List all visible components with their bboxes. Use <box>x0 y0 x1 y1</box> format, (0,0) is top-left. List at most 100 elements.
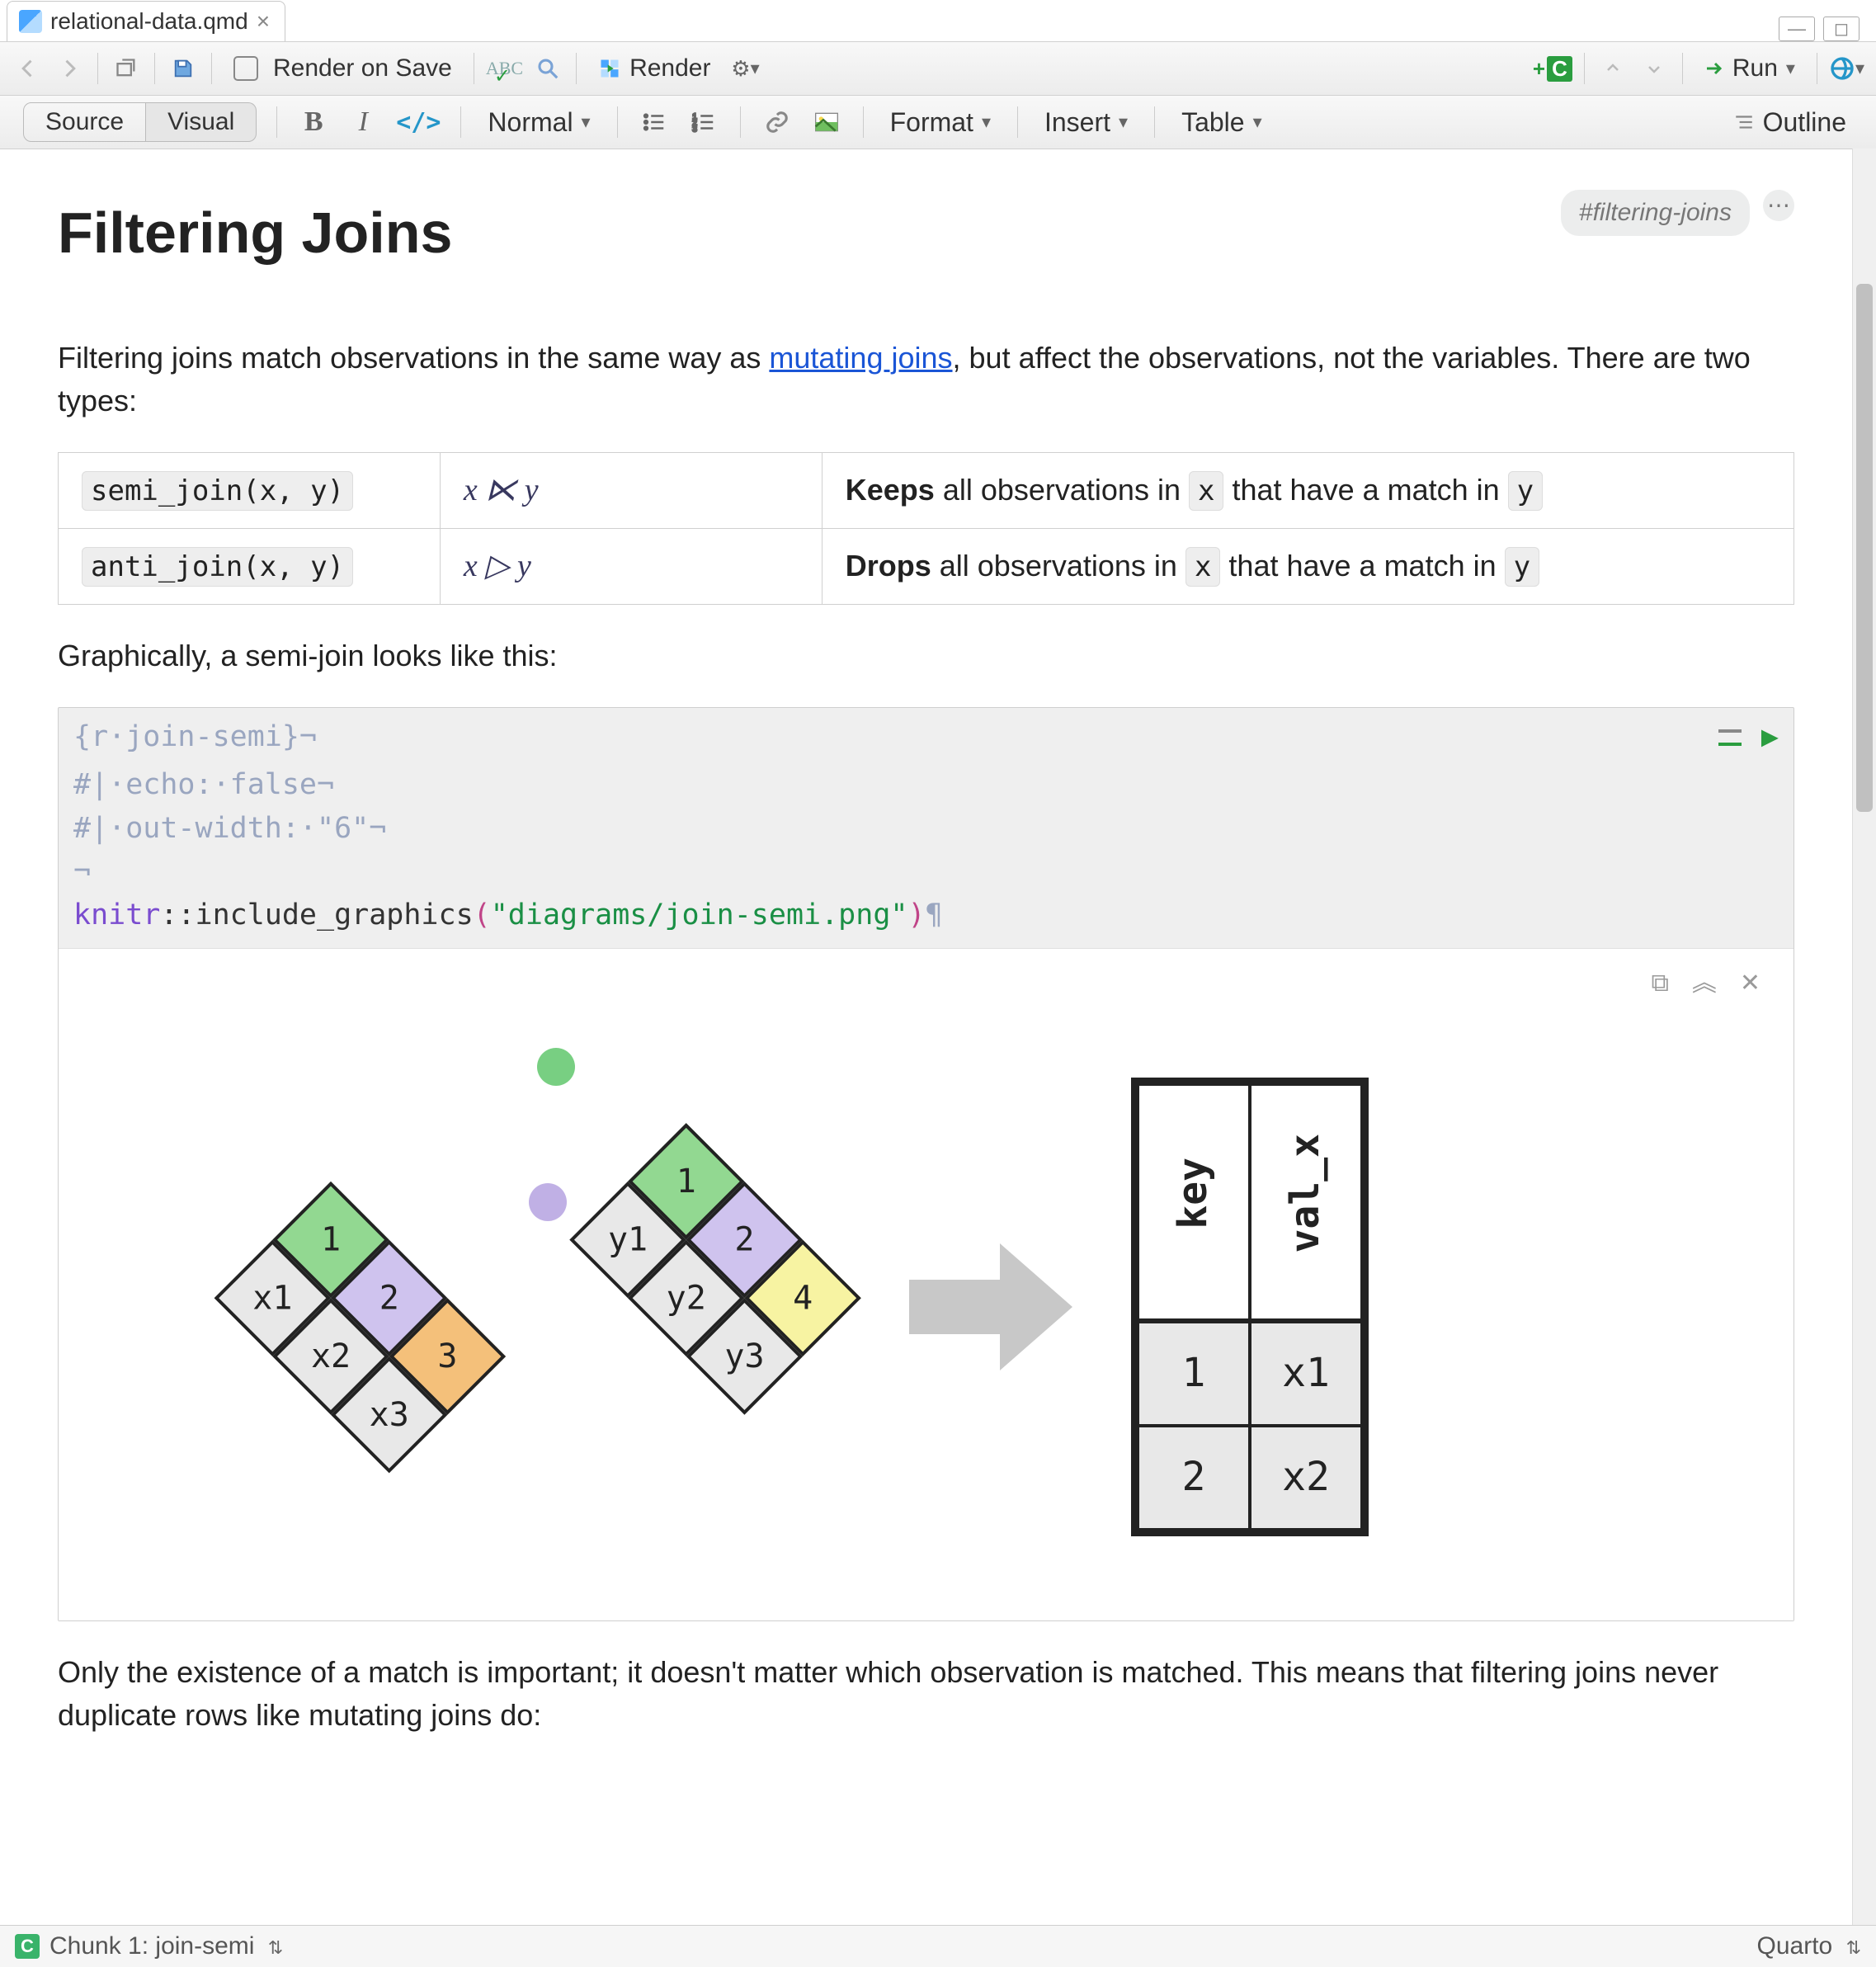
result-table-diagram: keyval_x 1x1 2x2 <box>1131 1078 1369 1536</box>
code-line: knitr::include_graphics("diagrams/join-s… <box>73 894 1779 937</box>
editor-toolbar: Source Visual B I </> Normal▾ 123 Format… <box>0 96 1876 149</box>
maximize-pane-icon[interactable]: ◻ <box>1823 17 1860 41</box>
new-chunk-button[interactable]: +C <box>1533 52 1572 85</box>
code-button[interactable]: </> <box>396 106 441 139</box>
result-cell: 1 <box>1138 1321 1250 1426</box>
file-tab[interactable]: relational-data.qmd × <box>7 1 285 41</box>
chunk-options-button[interactable] <box>1718 729 1742 746</box>
code-badge: y <box>1508 471 1543 511</box>
text: all observations in <box>931 549 1185 583</box>
prev-chunk-button[interactable] <box>1596 52 1629 85</box>
code-badge: x <box>1185 547 1220 587</box>
nav-back-button[interactable] <box>12 52 45 85</box>
code-badge: y <box>1505 547 1539 587</box>
visual-mode-button[interactable]: Visual <box>146 102 257 142</box>
format-menu[interactable]: Format▾ <box>884 107 997 138</box>
semi-join-diagram: 1 2 3 x1 x2 x3 1 2 4 y1 <box>92 1010 1761 1604</box>
render-settings-button[interactable]: ⚙ ▾ <box>728 52 761 85</box>
math-symbol: x ▷ y <box>464 549 531 583</box>
next-chunk-button[interactable] <box>1638 52 1671 85</box>
table-menu-label: Table <box>1181 107 1245 138</box>
chevron-down-icon: ▾ <box>1119 111 1128 133</box>
bold-button[interactable]: B <box>297 106 330 139</box>
minimize-pane-icon[interactable]: — <box>1779 17 1815 41</box>
paragraph: Only the existence of a match is importa… <box>58 1651 1794 1737</box>
link-button[interactable] <box>761 106 794 139</box>
table-row: semi_join(x, y) x ⋉ y Keeps all observat… <box>59 452 1794 528</box>
result-cell: x2 <box>1250 1426 1362 1530</box>
match-dot-1 <box>537 1048 575 1086</box>
image-button[interactable] <box>810 106 843 139</box>
chunk-status-icon: C <box>15 1934 40 1959</box>
text: that have a match in <box>1220 549 1504 583</box>
insert-menu[interactable]: Insert ▾ <box>1038 107 1134 138</box>
engine-label: Quarto <box>1757 1932 1833 1960</box>
code-line: #|·echo:·false¬ <box>73 763 1779 807</box>
show-in-new-window-button[interactable] <box>110 52 143 85</box>
match-dot-2 <box>529 1183 567 1221</box>
outline-button[interactable]: Outline <box>1727 107 1853 138</box>
numbered-list-button[interactable]: 123 <box>687 106 720 139</box>
vertical-scrollbar[interactable] <box>1852 149 1876 1926</box>
page-title: Filtering Joins <box>58 191 1794 276</box>
render-on-save-label: Render on Save <box>273 54 452 83</box>
window-controls: — ◻ <box>1779 17 1876 41</box>
heading-anchor-tag[interactable]: #filtering-joins <box>1561 190 1750 236</box>
find-button[interactable] <box>531 52 564 85</box>
chunk-nav-button[interactable]: Chunk 1: join-semi ⇅ <box>49 1932 283 1960</box>
bullet-list-button[interactable] <box>638 106 671 139</box>
paragraph-style-menu[interactable]: Normal▾ <box>481 107 596 138</box>
engine-button[interactable]: Quarto ⇅ <box>1757 1932 1862 1960</box>
scrollbar-thumb[interactable] <box>1856 284 1873 812</box>
result-header: val_x <box>1277 1134 1335 1253</box>
result-cell: x1 <box>1250 1321 1362 1426</box>
run-button[interactable]: Run ▾ <box>1695 52 1805 85</box>
code-badge: x <box>1189 471 1223 511</box>
chunk-output: ⧉ ︽ ✕ <box>59 948 1794 1620</box>
chevron-down-icon: ▾ <box>1253 111 1262 133</box>
math-symbol: x ⋉ y <box>464 473 539 507</box>
chunk-label: {r·join-semi}¬ <box>73 716 317 758</box>
text: all observations in <box>935 473 1189 507</box>
italic-button[interactable]: I <box>346 106 379 139</box>
code-line: ¬ <box>73 850 1779 894</box>
save-button[interactable] <box>167 52 200 85</box>
render-button[interactable]: Render <box>588 52 720 85</box>
quarto-file-icon <box>19 10 42 33</box>
mutating-joins-link[interactable]: mutating joins <box>769 341 952 375</box>
render-on-save-toggle[interactable]: Render on Save <box>224 52 462 85</box>
outline-label: Outline <box>1763 107 1846 138</box>
chunk-code[interactable]: #|·echo:·false¬ #|·out-width:·"6"¬ ¬ kni… <box>59 758 1794 948</box>
intro-paragraph: Filtering joins match observations in th… <box>58 337 1794 422</box>
code-line: #|·out-width:·"6"¬ <box>73 807 1779 851</box>
section-more-button[interactable]: ⋯ <box>1763 190 1794 221</box>
output-popout-icon[interactable]: ⧉ <box>1651 965 1668 1002</box>
mode-switch: Source Visual <box>23 102 257 142</box>
main-toolbar: Render on Save ABC✓ Render ⚙ ▾ +C Run ▾ … <box>0 42 1876 96</box>
insert-menu-label: Insert <box>1044 107 1110 138</box>
table-row: anti_join(x, y) x ▷ y Drops all observat… <box>59 528 1794 604</box>
checkbox-icon <box>233 56 258 81</box>
document-editor[interactable]: ⋯ #filtering-joins Filtering Joins Filte… <box>0 149 1852 1926</box>
source-mode-button[interactable]: Source <box>23 102 146 142</box>
tab-filename: relational-data.qmd <box>50 8 248 35</box>
text-bold: Keeps <box>846 473 935 507</box>
nav-forward-button[interactable] <box>53 52 86 85</box>
y-table-diagram: 1 2 4 y1 y2 y3 <box>453 1181 803 1531</box>
text: Filtering joins match observations in th… <box>58 341 769 375</box>
text: that have a match in <box>1223 473 1507 507</box>
spellcheck-button[interactable]: ABC✓ <box>486 52 523 85</box>
paragraph: Graphically, a semi-join looks like this… <box>58 634 1794 677</box>
output-close-icon[interactable]: ✕ <box>1740 965 1761 1002</box>
chunk-nav-label: Chunk 1: join-semi <box>49 1932 254 1960</box>
updown-icon: ⇅ <box>268 1937 283 1958</box>
join-types-table: semi_join(x, y) x ⋉ y Keeps all observat… <box>58 452 1794 605</box>
output-collapse-icon[interactable]: ︽ <box>1692 965 1717 1002</box>
run-chunk-button[interactable]: ▶ <box>1761 716 1779 758</box>
publish-button[interactable]: ▾ <box>1829 52 1864 85</box>
status-bar: C Chunk 1: join-semi ⇅ Quarto ⇅ <box>0 1925 1876 1967</box>
table-menu[interactable]: Table ▾ <box>1175 107 1269 138</box>
close-tab-icon[interactable]: × <box>257 8 270 35</box>
result-cell: 2 <box>1138 1426 1250 1530</box>
code-badge: anti_join(x, y) <box>82 547 353 587</box>
